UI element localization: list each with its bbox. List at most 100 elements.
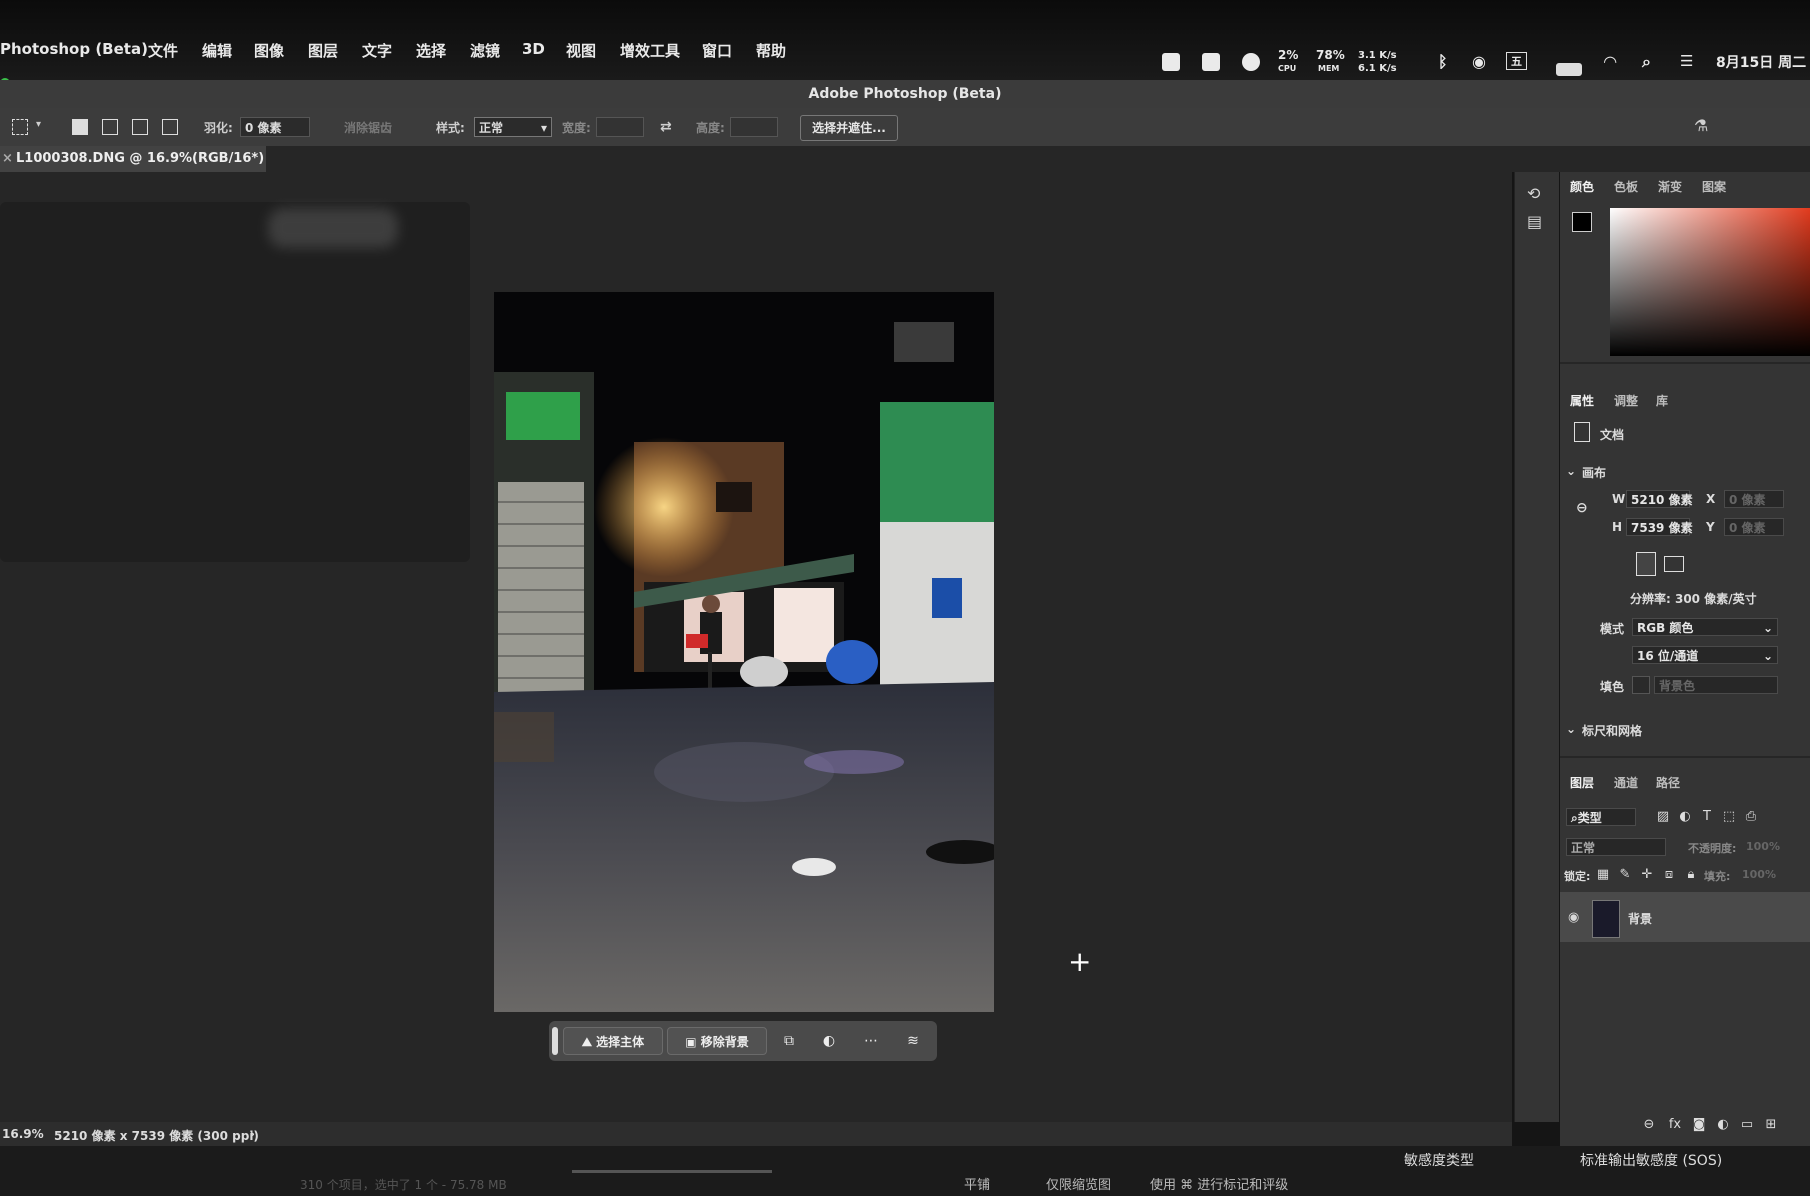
- group-folder-icon[interactable]: ▭: [1740, 1118, 1754, 1132]
- layer-row[interactable]: ◉ 背景: [1560, 892, 1810, 942]
- use-rating-option[interactable]: 使用 ⌘ 进行标记和评级: [1150, 1174, 1288, 1193]
- blend-mode-select[interactable]: 正常: [1566, 838, 1666, 856]
- fill-color-swatch[interactable]: [1632, 676, 1650, 694]
- settings-icon[interactable]: ≋: [905, 1033, 921, 1049]
- height-input[interactable]: [730, 117, 778, 137]
- zoom-level[interactable]: 16.9%: [2, 1127, 44, 1141]
- width-input[interactable]: [596, 117, 644, 137]
- menu-layer[interactable]: 图层: [308, 40, 338, 61]
- chevron-down-icon[interactable]: ⌄: [1566, 464, 1576, 478]
- bluetooth-icon[interactable]: ᛒ: [1438, 52, 1448, 71]
- color-picker-field[interactable]: [1610, 208, 1810, 356]
- canvas-width-input[interactable]: 5210 像素: [1626, 490, 1693, 508]
- type-filter-icon[interactable]: T: [1700, 810, 1714, 824]
- tab-adjustments[interactable]: 调整: [1614, 392, 1638, 409]
- shape-filter-icon[interactable]: ⬚: [1722, 810, 1736, 824]
- y-input[interactable]: 0 像素: [1724, 518, 1784, 536]
- add-selection-icon[interactable]: [102, 119, 118, 135]
- chevron-right-icon[interactable]: ›: [250, 1127, 255, 1141]
- notes-icon[interactable]: [1162, 53, 1180, 71]
- menu-edit[interactable]: 编辑: [202, 40, 232, 61]
- remove-background-button[interactable]: ▣ 移除背景: [667, 1027, 767, 1055]
- lock-paint-icon[interactable]: ✎: [1618, 868, 1632, 882]
- layer-mask-icon[interactable]: ◙: [1692, 1118, 1706, 1132]
- foreground-color-swatch[interactable]: [1572, 212, 1592, 232]
- search-icon[interactable]: ⌕: [1642, 52, 1651, 72]
- media-icon[interactable]: [1202, 53, 1220, 71]
- rulers-grids-section-title[interactable]: 标尺和网格: [1582, 722, 1642, 739]
- control-center-icon[interactable]: ☰: [1680, 52, 1693, 70]
- comment-icon[interactable]: ▤: [1527, 212, 1542, 231]
- menu-view[interactable]: 视图: [566, 40, 596, 61]
- tab-gradients[interactable]: 渐变: [1658, 178, 1682, 195]
- drag-handle[interactable]: [552, 1027, 558, 1055]
- menu-3d[interactable]: 3D: [522, 40, 545, 58]
- adjustment-filter-icon[interactable]: ◐: [1678, 810, 1692, 824]
- flask-icon[interactable]: ⚗: [1694, 116, 1708, 135]
- document-canvas-photo[interactable]: [494, 292, 994, 1012]
- more-icon[interactable]: ⋯: [863, 1033, 879, 1049]
- input-method[interactable]: 五: [1506, 52, 1527, 70]
- document-tab[interactable]: × L1000308.DNG @ 16.9%(RGB/16*) *: [0, 146, 266, 192]
- fx-icon[interactable]: fx: [1668, 1118, 1682, 1132]
- lock-transparent-icon[interactable]: ▦: [1596, 868, 1610, 882]
- menu-window[interactable]: 窗口: [702, 40, 732, 61]
- lock-artboard-icon[interactable]: ⧈: [1662, 868, 1676, 882]
- document-info[interactable]: 5210 像素 x 7539 像素 (300 ppi): [54, 1127, 259, 1144]
- pixel-filter-icon[interactable]: ▨: [1656, 810, 1670, 824]
- fill-percent-value[interactable]: 100%: [1742, 868, 1776, 881]
- fill-select[interactable]: 背景色: [1654, 676, 1778, 694]
- color-mode-select[interactable]: RGB 颜色 ⌄: [1632, 618, 1778, 636]
- menu-type[interactable]: 文字: [362, 40, 392, 61]
- opacity-value[interactable]: 100%: [1746, 840, 1780, 853]
- portrait-orientation-icon[interactable]: [1636, 552, 1656, 576]
- landscape-orientation-icon[interactable]: [1664, 556, 1684, 572]
- feather-input[interactable]: 0 像素: [240, 117, 310, 137]
- link-layers-icon[interactable]: ⊖: [1642, 1118, 1656, 1132]
- x-input[interactable]: 0 像素: [1724, 490, 1784, 508]
- battery-icon[interactable]: [1556, 63, 1582, 76]
- tab-patterns[interactable]: 图案: [1702, 178, 1726, 195]
- menu-file[interactable]: 文件: [148, 40, 178, 61]
- bit-depth-select[interactable]: 16 位/通道 ⌄: [1632, 646, 1778, 664]
- menu-app-name[interactable]: Photoshop (Beta): [0, 40, 148, 58]
- canvas-height-input[interactable]: 7539 像素: [1626, 518, 1693, 536]
- chevron-down-icon[interactable]: ⌄: [1566, 722, 1576, 736]
- tab-properties[interactable]: 属性: [1570, 392, 1594, 409]
- thumb-only-option[interactable]: 仅限缩览图: [1046, 1174, 1111, 1193]
- menu-select[interactable]: 选择: [416, 40, 446, 61]
- tab-channels[interactable]: 通道: [1614, 774, 1638, 791]
- tab-layers[interactable]: 图层: [1570, 774, 1594, 791]
- lock-all-icon[interactable]: 🔒︎: [1684, 868, 1698, 882]
- transform-icon[interactable]: ⧉: [781, 1033, 797, 1049]
- shield-icon[interactable]: [1242, 53, 1260, 71]
- visibility-eye-icon[interactable]: ◉: [1568, 910, 1579, 925]
- new-layer-icon[interactable]: ⊞: [1764, 1118, 1778, 1132]
- canvas-section-title[interactable]: 画布: [1582, 464, 1606, 481]
- tab-paths[interactable]: 路径: [1656, 774, 1680, 791]
- history-icon[interactable]: ⟲: [1527, 184, 1540, 203]
- tab-color[interactable]: 颜色: [1570, 178, 1594, 195]
- chevron-down-icon[interactable]: ▾: [36, 119, 41, 130]
- select-subject-button[interactable]: ⛰ 选择主体: [563, 1027, 663, 1055]
- menu-image[interactable]: 图像: [254, 40, 284, 61]
- lock-position-icon[interactable]: ✛: [1640, 868, 1654, 882]
- menu-help[interactable]: 帮助: [756, 40, 786, 61]
- user-icon[interactable]: ◉: [1472, 52, 1486, 71]
- marquee-tool-icon[interactable]: [12, 119, 28, 135]
- layer-filter-select[interactable]: ⌕类型: [1566, 808, 1636, 826]
- adjust-icon[interactable]: ◐: [821, 1033, 837, 1049]
- link-icon[interactable]: ⊖: [1576, 500, 1588, 516]
- tab-libraries[interactable]: 库: [1656, 392, 1668, 409]
- menu-filter[interactable]: 滤镜: [470, 40, 500, 61]
- intersect-selection-icon[interactable]: [162, 119, 178, 135]
- adjustment-layer-icon[interactable]: ◐: [1716, 1118, 1730, 1132]
- smart-object-filter-icon[interactable]: ⎙: [1744, 810, 1758, 824]
- wifi-icon[interactable]: ◠: [1604, 52, 1616, 71]
- style-select[interactable]: 正常 ▾: [474, 117, 552, 137]
- select-and-mask-button[interactable]: 选择并遮住...: [800, 115, 898, 141]
- tile-option[interactable]: 平铺: [964, 1174, 990, 1193]
- new-selection-icon[interactable]: [72, 119, 88, 135]
- subtract-selection-icon[interactable]: [132, 119, 148, 135]
- swap-icon[interactable]: ⇄: [660, 119, 672, 135]
